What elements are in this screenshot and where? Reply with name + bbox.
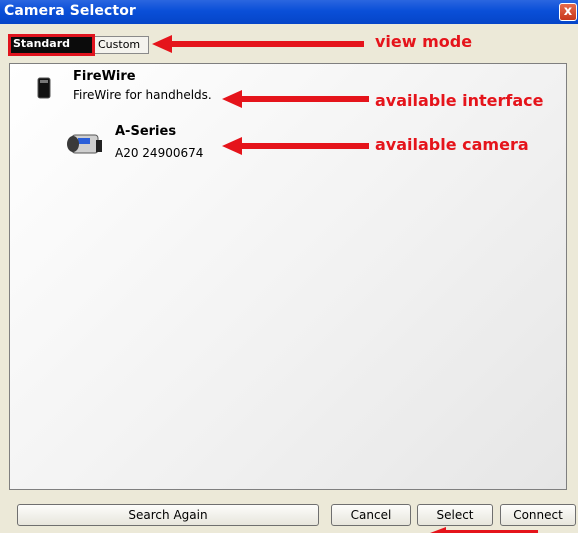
available-camera-annotation: available camera <box>375 135 529 154</box>
window-title: Camera Selector <box>4 3 136 19</box>
firewire-device-icon <box>37 77 51 99</box>
bottom-arrow-partial <box>430 527 538 533</box>
camera-name[interactable]: A-Series <box>115 124 176 139</box>
select-button[interactable]: Select <box>417 504 493 526</box>
available-interface-annotation: available interface <box>375 91 544 110</box>
camera-arrow <box>222 137 369 155</box>
view-mode-arrow <box>152 35 364 53</box>
device-list-panel[interactable]: FireWire FireWire for handhelds. A-Serie… <box>9 63 567 490</box>
connect-button[interactable]: Connect <box>500 504 576 526</box>
tab-standard[interactable]: Standard <box>8 34 95 56</box>
interface-arrow <box>222 90 369 108</box>
camera-icon <box>67 134 102 154</box>
close-icon: x <box>563 4 573 19</box>
tab-custom[interactable]: Custom <box>94 36 149 54</box>
interface-description: FireWire for handhelds. <box>73 88 212 102</box>
close-button[interactable]: x <box>559 3 577 21</box>
title-bar[interactable]: Camera Selector x <box>0 0 578 24</box>
camera-description[interactable]: A20 24900674 <box>115 146 203 160</box>
search-again-button[interactable]: Search Again <box>17 504 319 526</box>
interface-name[interactable]: FireWire <box>73 69 136 84</box>
cancel-button[interactable]: Cancel <box>331 504 411 526</box>
view-mode-annotation: view mode <box>375 32 473 51</box>
